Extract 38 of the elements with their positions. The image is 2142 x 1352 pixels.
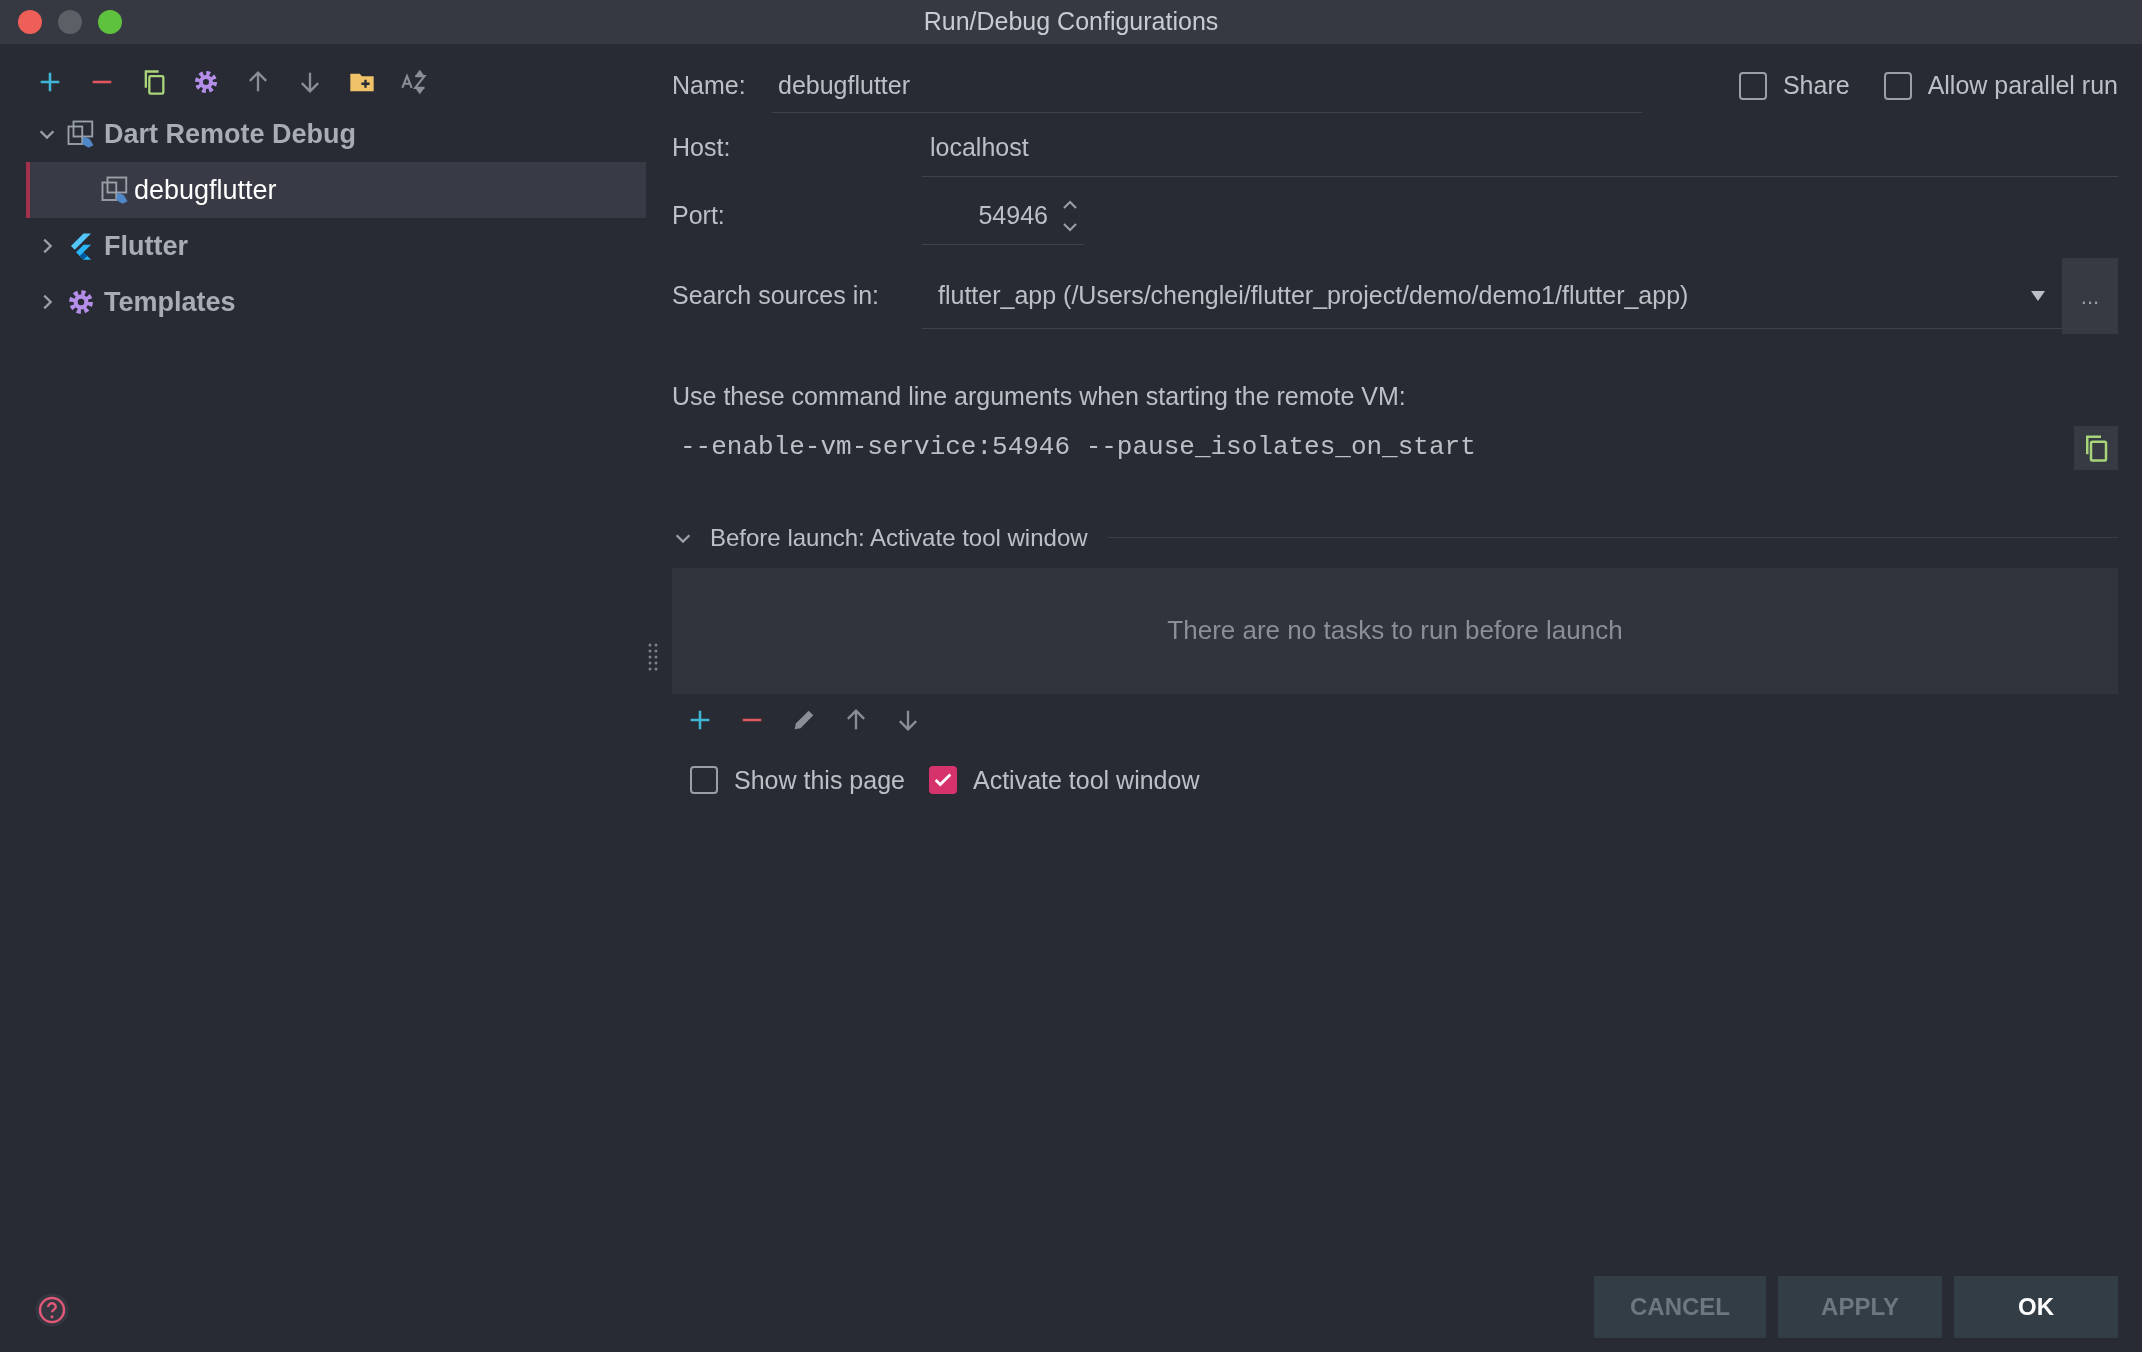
sources-label: Search sources in: xyxy=(672,280,881,312)
port-spinner[interactable]: 54946 xyxy=(922,187,1084,245)
name-field[interactable]: debugflutter xyxy=(772,58,1642,114)
checkbox-label: Activate tool window xyxy=(972,764,1200,796)
ok-button[interactable]: OK xyxy=(1954,1276,2118,1338)
arguments-text: --enable-vm-service:54946 --pause_isolates_on_start xyxy=(679,431,1477,464)
name-label: Name: xyxy=(672,70,747,102)
copy-button[interactable] xyxy=(2074,425,2118,470)
before-launch-header[interactable]: Before launch: Activate tool window xyxy=(710,519,1088,556)
checkbox[interactable] xyxy=(690,766,718,795)
remote-debug-icon xyxy=(66,119,96,149)
tree-item[interactable]: debugflutter xyxy=(26,162,646,218)
host-field[interactable]: localhost xyxy=(922,118,2118,178)
tree-item[interactable]: Dart Remote Debug xyxy=(0,106,646,162)
tree-item[interactable]: Templates xyxy=(0,274,646,330)
gear-icon xyxy=(66,287,96,317)
checkbox[interactable] xyxy=(1738,72,1767,100)
sort-icon[interactable] xyxy=(400,68,428,96)
tree-item[interactable]: Flutter xyxy=(0,218,646,274)
settings-icon[interactable] xyxy=(192,68,220,96)
sources-dropdown[interactable]: flutter_app (/Users/chenglei/flutter_project/demo/demo1/flutter_app) xyxy=(922,263,2062,329)
arguments-label: Use these command line arguments when starting the remote VM: xyxy=(672,381,1407,412)
checkbox[interactable] xyxy=(1883,72,1912,100)
zoom-button[interactable] xyxy=(98,10,122,34)
checkbox-label: Show this page xyxy=(734,764,905,796)
empty-tasks-text: There are no tasks to run before launch xyxy=(1167,614,1623,647)
checkbox-label: Share xyxy=(1782,70,1850,102)
checkbox[interactable] xyxy=(928,766,957,795)
checkbox-label: Allow parallel run xyxy=(1927,70,2118,102)
browse-button[interactable]: ... xyxy=(2062,258,2118,334)
remote-debug-icon xyxy=(100,175,130,205)
resize-handle-icon[interactable] xyxy=(648,642,660,672)
window-title: Run/Debug Configurations xyxy=(923,6,1219,38)
help-icon[interactable] xyxy=(34,1292,70,1328)
close-button[interactable] xyxy=(18,10,42,34)
dropdown-arrow-icon xyxy=(2030,289,2046,302)
host-label: Host: xyxy=(672,132,732,164)
port-label: Port: xyxy=(672,200,726,232)
